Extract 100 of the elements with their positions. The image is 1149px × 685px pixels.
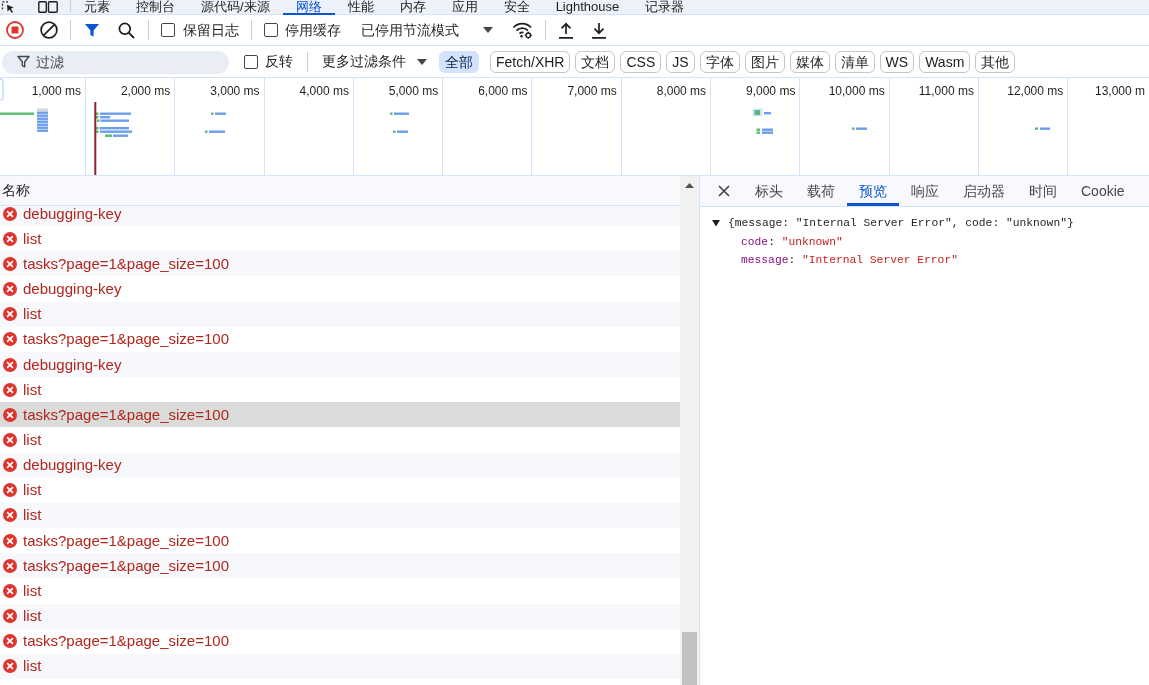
request-bar <box>390 112 409 115</box>
panel-tab[interactable]: Lighthouse <box>542 0 633 15</box>
checkbox[interactable] <box>244 54 258 69</box>
type-filter-chip[interactable]: 其他 <box>975 50 1016 73</box>
panel-tab[interactable]: 内存 <box>386 0 439 15</box>
scroll-up-arrow-icon[interactable] <box>685 183 694 188</box>
wifi-gear-icon <box>511 21 533 39</box>
type-filter-chip[interactable]: 媒体 <box>789 50 830 73</box>
request-name: tasks?page=1&page_size=100 <box>23 556 229 575</box>
clear-icon <box>40 21 58 39</box>
request-bar <box>205 130 225 133</box>
more-filters-dropdown[interactable]: 更多过滤条件 <box>315 49 434 74</box>
panel-tab[interactable]: 元素 <box>71 0 123 15</box>
panel-tab[interactable]: 安全 <box>490 0 543 15</box>
search-icon <box>117 21 135 39</box>
scrollbar-thumb[interactable] <box>682 632 697 685</box>
request-bar <box>752 108 771 117</box>
time-tick-label: 6,000 ms <box>478 84 528 98</box>
download-icon <box>591 21 607 39</box>
request-row[interactable]: debugging-key <box>0 351 680 378</box>
time-tick-label: 9,000 ms <box>746 84 796 98</box>
scrollbar-track[interactable] <box>680 176 699 685</box>
request-row[interactable]: list <box>0 653 680 679</box>
time-tick-label: 10,000 ms <box>828 84 885 98</box>
request-row[interactable]: debugging-key <box>0 206 680 227</box>
type-filter-chip[interactable]: WS <box>879 50 915 73</box>
cursor-select-icon[interactable] <box>1 1 15 13</box>
panel-tab[interactable]: 控制台 <box>123 0 188 15</box>
checkbox-label: 保留日志 <box>183 20 239 40</box>
request-name: tasks?page=1&page_size=100 <box>23 405 229 424</box>
checkbox[interactable] <box>161 23 175 37</box>
object-summary: {message: "Internal Server Error", code: "unknown"} <box>728 216 1074 231</box>
request-name: list <box>23 380 42 399</box>
time-tick-label: 8,000 ms <box>656 84 707 98</box>
type-filter-chip[interactable]: CSS <box>620 50 662 73</box>
request-bar <box>211 112 226 115</box>
type-filter-chip[interactable]: JS <box>666 50 695 73</box>
request-name: debugging-key <box>23 355 122 374</box>
request-bar <box>393 130 408 133</box>
type-filter-chip[interactable]: 字体 <box>699 50 740 73</box>
request-name: list <box>23 431 42 449</box>
type-filter-chip[interactable]: 清单 <box>834 50 875 73</box>
filter-icon <box>17 55 30 68</box>
request-row[interactable]: list <box>0 301 680 327</box>
time-tick-label: 5,000 ms <box>388 84 439 98</box>
type-filter-chip[interactable]: 全部 <box>439 50 479 73</box>
close-icon <box>718 185 730 197</box>
request-name: list <box>23 657 42 676</box>
property-line: code: "unknown" <box>741 234 843 250</box>
panel-tab[interactable]: 应用 <box>438 0 491 15</box>
request-row[interactable]: list <box>0 502 680 529</box>
request-row[interactable]: debugging-key <box>0 452 680 478</box>
checkbox[interactable] <box>264 23 278 37</box>
devices-icon[interactable] <box>38 1 58 13</box>
details-tab[interactable]: 载荷 <box>795 176 847 206</box>
time-tick-label: 13,000 m <box>1094 84 1145 98</box>
panel-tab[interactable]: 性能 <box>334 0 387 15</box>
time-tick-label: 3,000 ms <box>210 84 260 98</box>
request-name: list <box>23 229 42 248</box>
request-name: list <box>23 481 42 500</box>
time-tick-label: 12,000 ms <box>1007 84 1064 98</box>
type-filter-chip[interactable]: 图片 <box>744 50 785 73</box>
property-line: message: "Internal Server Error" <box>741 253 958 268</box>
details-tab[interactable]: 启动器 <box>951 176 1017 206</box>
request-row[interactable]: tasks?page=1&page_size=100 <box>0 402 680 428</box>
details-tab[interactable]: 预览 <box>847 176 899 206</box>
request-row[interactable]: tasks?page=1&page_size=100 <box>0 553 680 579</box>
time-tick-label: 11,000 ms <box>918 84 974 98</box>
request-name: debugging-key <box>23 456 122 475</box>
request-name: list <box>23 607 42 626</box>
expand-triangle-icon[interactable] <box>712 219 720 228</box>
request-name: list <box>23 506 42 525</box>
time-tick-label: 7,000 ms <box>567 84 617 98</box>
details-tab[interactable]: 时间 <box>1017 176 1069 206</box>
type-filter-chip[interactable]: 文档 <box>575 50 616 73</box>
request-name: debugging-key <box>23 206 122 223</box>
request-name: list <box>23 581 42 600</box>
panel-tab[interactable]: 源代码/来源 <box>188 0 283 15</box>
request-row[interactable]: tasks?page=1&page_size=100 <box>0 251 680 277</box>
request-name: tasks?page=1&page_size=100 <box>23 330 229 349</box>
caret-down-icon <box>417 58 427 65</box>
request-name: tasks?page=1&page_size=100 <box>23 531 229 550</box>
throttling-dropdown[interactable]: 已停用节流模式 <box>353 17 501 43</box>
panel-tab[interactable]: 记录器 <box>632 0 698 15</box>
request-name: list <box>23 305 42 324</box>
filter-field[interactable]: 过滤 <box>2 50 229 74</box>
details-tab[interactable]: 标头 <box>743 176 795 206</box>
time-tick-label: 4,000 ms <box>299 84 349 98</box>
checkbox-label: 反转 <box>265 52 293 71</box>
request-name: debugging-key <box>23 280 122 299</box>
details-tab[interactable]: Cookie <box>1069 176 1137 206</box>
time-tick-label: 2,000 ms <box>120 84 171 98</box>
request-row[interactable]: list <box>0 603 680 629</box>
details-tab[interactable]: 响应 <box>899 176 951 206</box>
checkbox-label: 停用缓存 <box>285 20 341 40</box>
request-name: tasks?page=1&page_size=100 <box>23 254 229 273</box>
column-header[interactable]: 名称 <box>0 176 680 206</box>
time-tick-label: 1,000 ms <box>31 84 81 98</box>
type-filter-chip[interactable]: Fetch/XHR <box>490 50 571 73</box>
type-filter-chip[interactable]: Wasm <box>919 50 971 73</box>
